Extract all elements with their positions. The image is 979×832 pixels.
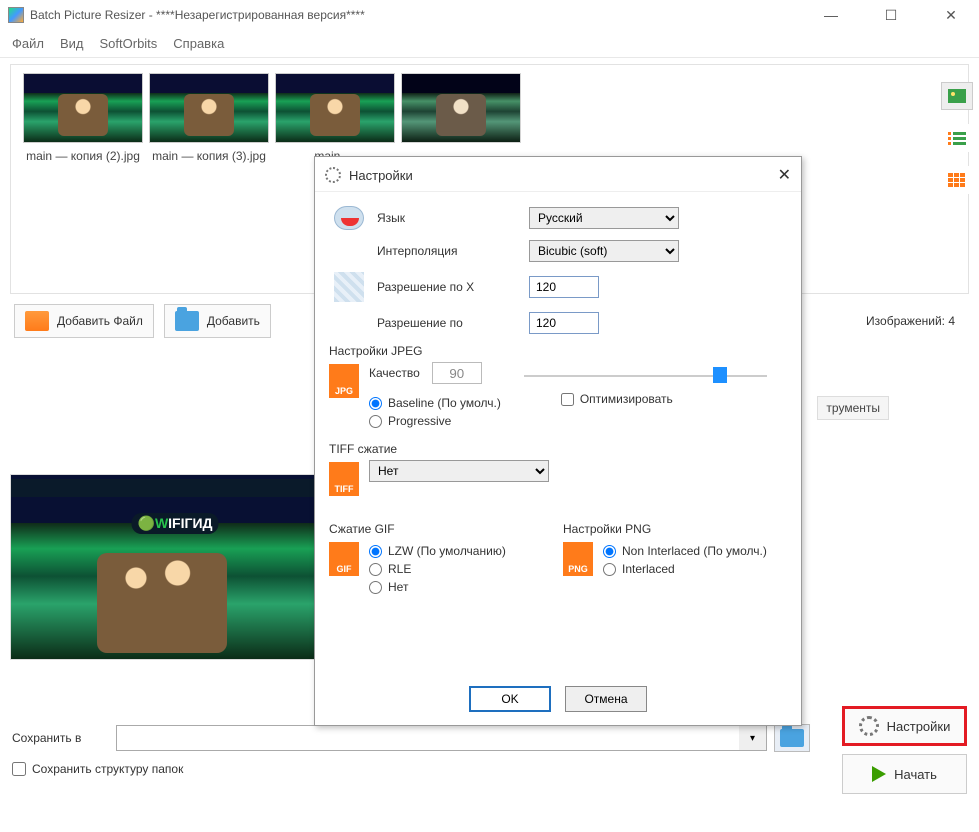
slider-thumb-icon[interactable] xyxy=(713,367,727,383)
gif-group-title: Сжатие GIF xyxy=(329,522,553,536)
quality-slider[interactable] xyxy=(524,369,767,377)
quality-label: Качество xyxy=(369,366,420,380)
dialog-close-button[interactable]: ✕ xyxy=(778,165,791,185)
gear-icon xyxy=(325,167,341,183)
language-select[interactable]: Русский xyxy=(529,207,679,229)
thumbnail-image xyxy=(23,73,143,143)
gif-none-radio[interactable]: Нет xyxy=(369,580,506,594)
app-logo-icon xyxy=(8,7,24,23)
view-mode-sidebar xyxy=(941,82,973,194)
add-file-button[interactable]: Добавить Файл xyxy=(14,304,154,338)
add-folder-label: Добавить xyxy=(207,314,260,328)
add-file-icon xyxy=(25,311,49,331)
view-list-button[interactable] xyxy=(941,124,973,152)
thumbnail-filename: main — копия (3).jpg xyxy=(149,149,269,163)
dialog-cancel-button[interactable]: Отмена xyxy=(565,686,647,712)
tiff-group-title: TIFF сжатие xyxy=(329,442,787,456)
save-to-label: Сохранить в xyxy=(12,731,108,745)
png-noninterlaced-radio[interactable]: Non Interlaced (По умолч.) xyxy=(603,544,767,558)
view-thumbnails-button[interactable] xyxy=(941,82,973,110)
dialog-title: Настройки xyxy=(349,168,413,183)
preview-image: 🟢WIFIГИД xyxy=(11,475,339,659)
preview-pane: 🟢WIFIГИД xyxy=(10,474,340,660)
preview-characters-icon xyxy=(97,553,227,653)
resolution-icon xyxy=(334,272,364,302)
language-icon xyxy=(334,206,364,230)
resolution-y-label: Разрешение по xyxy=(369,316,529,330)
gif-lzw-radio[interactable]: LZW (По умолчанию) xyxy=(369,544,506,558)
browse-folder-button[interactable] xyxy=(774,724,810,752)
resolution-x-input[interactable] xyxy=(529,276,599,298)
image-count-label: Изображений: 4 xyxy=(866,314,965,328)
settings-button-label: Настройки xyxy=(887,719,951,734)
title-bar: Batch Picture Resizer - ****Незарегистри… xyxy=(0,0,979,30)
add-folder-button[interactable]: Добавить xyxy=(164,304,271,338)
view-grid-button[interactable] xyxy=(941,166,973,194)
menu-bar: Файл Вид SoftOrbits Справка xyxy=(0,30,979,58)
window-close-button[interactable]: ✕ xyxy=(931,7,971,24)
tiff-file-icon: TIFF xyxy=(329,462,359,496)
thumbnail-item[interactable]: main — копия (2).jpg xyxy=(23,73,143,285)
thumbnail-filename: main — копия (2).jpg xyxy=(23,149,143,163)
preview-top-banner xyxy=(11,479,339,497)
jpeg-progressive-radio[interactable]: Progressive xyxy=(369,414,501,428)
jpeg-optimize-checkbox[interactable]: Оптимизировать xyxy=(561,392,673,406)
folder-icon xyxy=(780,729,804,747)
gear-icon xyxy=(859,716,879,736)
start-button[interactable]: Начать xyxy=(842,754,967,794)
play-icon xyxy=(872,766,886,782)
png-interlaced-radio[interactable]: Interlaced xyxy=(603,562,767,576)
png-group-title: Настройки PNG xyxy=(563,522,787,536)
preview-logo: 🟢WIFIГИД xyxy=(132,513,219,534)
save-row: Сохранить в ▾ xyxy=(12,724,810,752)
menu-help[interactable]: Справка xyxy=(173,36,224,51)
menu-file[interactable]: Файл xyxy=(12,36,44,51)
jpeg-baseline-radio[interactable]: Baseline (По умолч.) xyxy=(369,396,501,410)
window-minimize-button[interactable]: — xyxy=(811,7,851,24)
add-file-label: Добавить Файл xyxy=(57,314,143,328)
dialog-titlebar: Настройки ✕ xyxy=(315,157,801,192)
add-folder-icon xyxy=(175,311,199,331)
thumbnail-image xyxy=(149,73,269,143)
resolution-x-label: Разрешение по X xyxy=(369,280,529,294)
menu-softorbits[interactable]: SoftOrbits xyxy=(100,36,158,51)
menu-view[interactable]: Вид xyxy=(60,36,84,51)
quality-input[interactable] xyxy=(432,362,482,384)
dialog-ok-button[interactable]: OK xyxy=(469,686,551,712)
interpolation-select[interactable]: Bicubic (soft) xyxy=(529,240,679,262)
window-title: Batch Picture Resizer - ****Незарегистри… xyxy=(30,8,365,22)
preserve-structure-input[interactable] xyxy=(12,762,26,776)
thumbnail-image xyxy=(401,73,521,143)
thumbnail-item[interactable]: main — копия (3).jpg xyxy=(149,73,269,285)
save-path-dropdown-button[interactable]: ▾ xyxy=(739,725,767,751)
save-path-input[interactable] xyxy=(116,725,766,751)
language-label: Язык xyxy=(369,211,529,225)
thumbnail-image xyxy=(275,73,395,143)
jpeg-group-title: Настройки JPEG xyxy=(329,344,787,358)
tab-tools[interactable]: трументы xyxy=(817,396,889,420)
interpolation-label: Интерполяция xyxy=(369,244,529,258)
resolution-y-input[interactable] xyxy=(529,312,599,334)
settings-button[interactable]: Настройки xyxy=(842,706,967,746)
jpg-file-icon: JPG xyxy=(329,364,359,398)
settings-dialog: Настройки ✕ Язык Русский Интерполяция Bi… xyxy=(314,156,802,726)
png-file-icon: PNG xyxy=(563,542,593,576)
gif-rle-radio[interactable]: RLE xyxy=(369,562,506,576)
preserve-structure-checkbox[interactable]: Сохранить структуру папок xyxy=(12,762,183,776)
preserve-structure-label: Сохранить структуру папок xyxy=(32,762,183,776)
tiff-compression-select[interactable]: Нет xyxy=(369,460,549,482)
gif-file-icon: GIF xyxy=(329,542,359,576)
window-maximize-button[interactable]: ☐ xyxy=(871,7,911,24)
start-button-label: Начать xyxy=(894,767,937,782)
